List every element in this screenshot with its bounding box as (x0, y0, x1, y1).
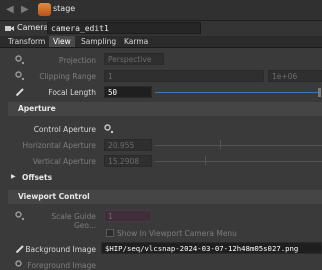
background-image-label: Background Image (25, 245, 96, 254)
left-arrow-icon[interactable]: ◀ (6, 4, 16, 16)
stage-path-label[interactable]: stage (53, 4, 75, 13)
clipping-near-field[interactable]: 1 (104, 70, 264, 82)
vertical-aperture-slider[interactable] (155, 161, 322, 162)
camera-icon (5, 26, 14, 31)
offsets-folder-label[interactable]: Offsets (22, 173, 52, 182)
clipping-far-field[interactable]: 1e+06 (268, 70, 322, 82)
tab-view[interactable]: View (49, 36, 75, 47)
aperture-folder[interactable]: Aperture (8, 102, 322, 116)
expand-triangle-icon[interactable]: ▶ (11, 172, 21, 182)
focal-length-field[interactable]: 50 (104, 86, 152, 98)
stage-icon (38, 3, 51, 16)
vertical-aperture-field[interactable]: 15.2908 (104, 155, 152, 167)
right-arrow-icon[interactable]: ▶ (21, 4, 31, 16)
parameter-menu-icon[interactable] (104, 124, 114, 134)
node-name-field[interactable]: camera_edit1 (47, 22, 201, 34)
background-image-field[interactable]: $HIP/seq/vlcsnap-2024-03-07-12h48m05s027… (101, 242, 322, 254)
aperture-folder-label: Aperture (18, 104, 56, 113)
tab-transform[interactable]: Transform (4, 36, 49, 47)
vertical-aperture-label: Vertical Aperture (32, 157, 96, 166)
scale-guide-field[interactable]: 1 (104, 210, 152, 222)
slider-handle[interactable] (318, 88, 321, 97)
focal-length-label: Focal Length (48, 88, 96, 97)
control-aperture-label: Control Aperture (33, 125, 96, 134)
pencil-icon[interactable] (15, 87, 25, 97)
horizontal-aperture-field[interactable]: 20.955 (104, 139, 152, 151)
viewport-control-folder[interactable]: Viewport Control (8, 190, 322, 204)
parameter-menu-icon[interactable] (15, 71, 25, 81)
slider-tick (220, 140, 221, 149)
tab-sampling[interactable]: Sampling (77, 36, 120, 47)
node-type-label: Camera (17, 23, 49, 32)
focal-length-slider[interactable] (155, 92, 319, 93)
horizontal-aperture-slider[interactable] (155, 145, 322, 146)
clipping-range-label: Clipping Range (39, 72, 96, 81)
projection-dropdown[interactable]: Perspective (104, 53, 164, 65)
scale-guide-label: Scale Guide Geo... (51, 212, 96, 230)
show-in-menu-label: Show In Viewport Camera Menu (117, 229, 237, 238)
show-in-menu-checkbox[interactable] (106, 229, 114, 237)
tab-karma[interactable]: Karma (120, 36, 152, 47)
horizontal-aperture-label: Horizontal Aperture (22, 141, 97, 150)
parameter-menu-icon[interactable] (15, 55, 25, 65)
projection-label: Projection (58, 56, 96, 65)
parameter-menu-icon[interactable] (15, 211, 25, 221)
viewport-control-folder-label: Viewport Control (18, 192, 90, 201)
slider-tick (205, 156, 206, 165)
